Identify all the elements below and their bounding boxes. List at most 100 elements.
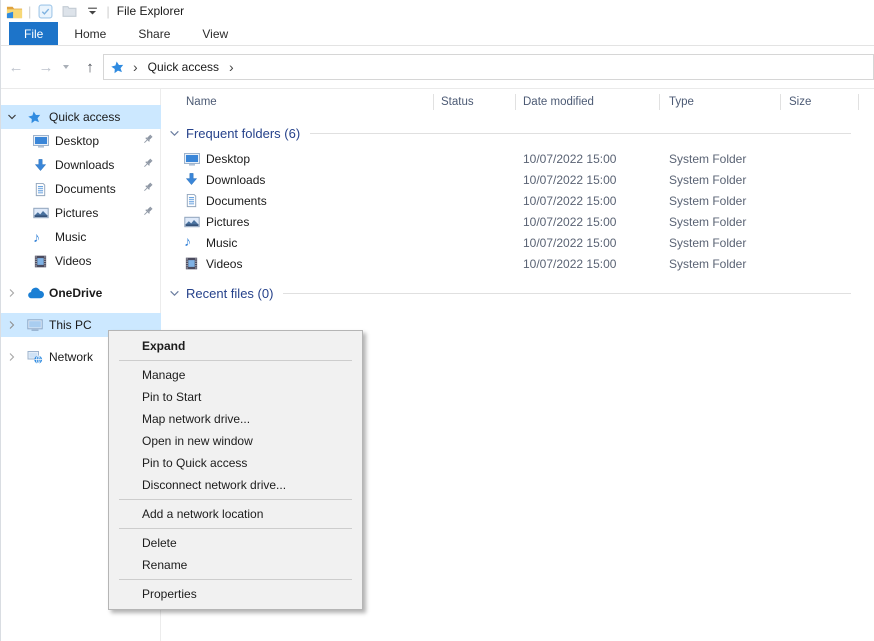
- customize-toolbar-dropdown-icon[interactable]: [83, 3, 101, 19]
- sidebar-item-music[interactable]: ♪ Music: [1, 225, 161, 249]
- column-divider: [659, 94, 660, 110]
- sidebar-item-quick-access[interactable]: Quick access: [1, 105, 161, 129]
- file-row-documents[interactable]: Documents 10/07/2022 15:00 System Folder: [161, 191, 874, 212]
- column-header-name[interactable]: Name: [186, 89, 217, 115]
- column-divider: [515, 94, 516, 110]
- forward-button[interactable]: →: [31, 60, 61, 75]
- column-header-status[interactable]: Status: [441, 89, 474, 115]
- file-date-modified: 10/07/2022 15:00: [523, 257, 616, 271]
- column-divider: [858, 94, 859, 110]
- music-note-icon: ♪: [184, 233, 191, 249]
- menu-item-map-network-drive[interactable]: Map network drive...: [109, 408, 362, 430]
- file-name: Pictures: [206, 215, 249, 229]
- sidebar-item-label: This PC: [49, 318, 92, 332]
- breadcrumb-chevron-icon[interactable]: ›: [129, 59, 142, 75]
- chevron-down-icon: [169, 128, 180, 139]
- chevron-down-icon[interactable]: [7, 112, 27, 122]
- file-row-music[interactable]: ♪ Music 10/07/2022 15:00 System Folder: [161, 233, 874, 254]
- file-row-pictures[interactable]: Pictures 10/07/2022 15:00 System Folder: [161, 212, 874, 233]
- back-button[interactable]: ←: [1, 60, 31, 75]
- menu-separator: [119, 579, 352, 580]
- address-box[interactable]: › Quick access ›: [103, 54, 874, 80]
- quick-access-star-icon: [27, 110, 49, 125]
- chevron-right-icon[interactable]: [7, 288, 27, 298]
- group-divider-line: [283, 293, 851, 294]
- menu-item-rename[interactable]: Rename: [109, 554, 362, 576]
- pictures-icon: [33, 205, 55, 221]
- toolbar-separator: |: [28, 4, 31, 19]
- tab-file[interactable]: File: [9, 22, 58, 45]
- file-name: Videos: [206, 257, 242, 271]
- group-header-frequent-folders[interactable]: Frequent folders (6): [161, 122, 861, 144]
- menu-item-delete[interactable]: Delete: [109, 532, 362, 554]
- file-type: System Folder: [669, 236, 746, 250]
- menu-item-manage[interactable]: Manage: [109, 364, 362, 386]
- file-type: System Folder: [669, 257, 746, 271]
- tab-home[interactable]: Home: [58, 22, 122, 45]
- menu-separator: [119, 528, 352, 529]
- documents-icon: [33, 182, 55, 197]
- file-date-modified: 10/07/2022 15:00: [523, 152, 616, 166]
- new-folder-icon[interactable]: [60, 3, 78, 19]
- group-header-label: Recent files (0): [186, 286, 273, 301]
- group-divider-line: [310, 133, 851, 134]
- file-row-videos[interactable]: Videos 10/07/2022 15:00 System Folder: [161, 254, 874, 275]
- pin-icon: [141, 157, 155, 171]
- breadcrumb-chevron-icon[interactable]: ›: [225, 59, 238, 75]
- tab-view[interactable]: View: [186, 22, 244, 45]
- menu-item-expand[interactable]: Expand: [109, 335, 362, 357]
- title-bar: | | File Explorer: [1, 0, 874, 22]
- downloads-icon: [33, 158, 55, 173]
- sidebar-item-label: Documents: [55, 182, 116, 196]
- file-date-modified: 10/07/2022 15:00: [523, 194, 616, 208]
- menu-item-pin-to-quick-access[interactable]: Pin to Quick access: [109, 452, 362, 474]
- sidebar-item-downloads[interactable]: Downloads: [1, 153, 161, 177]
- ribbon-tab-bar: File Home Share View: [1, 22, 874, 46]
- sidebar-item-pictures[interactable]: Pictures: [1, 201, 161, 225]
- desktop-icon: [33, 133, 55, 149]
- sidebar-item-documents[interactable]: Documents: [1, 177, 161, 201]
- file-date-modified: 10/07/2022 15:00: [523, 173, 616, 187]
- chevron-right-icon[interactable]: [7, 352, 27, 362]
- file-row-desktop[interactable]: Desktop 10/07/2022 15:00 System Folder: [161, 149, 874, 170]
- sidebar-item-label: Quick access: [49, 110, 120, 124]
- menu-item-add-a-network-location[interactable]: Add a network location: [109, 503, 362, 525]
- file-type: System Folder: [669, 152, 746, 166]
- recent-locations-dropdown-icon[interactable]: [63, 65, 69, 69]
- quick-access-star-icon: [110, 60, 125, 75]
- properties-check-icon[interactable]: [36, 3, 54, 19]
- menu-item-open-in-new-window[interactable]: Open in new window: [109, 430, 362, 452]
- file-type: System Folder: [669, 194, 746, 208]
- sidebar-item-onedrive[interactable]: OneDrive: [1, 281, 161, 305]
- network-icon: [27, 349, 49, 365]
- breadcrumb-segment[interactable]: Quick access: [146, 60, 221, 74]
- desktop-icon: [184, 151, 200, 167]
- column-header-row: Name Status Date modified Type Size: [161, 89, 874, 115]
- menu-item-properties[interactable]: Properties: [109, 583, 362, 605]
- file-date-modified: 10/07/2022 15:00: [523, 215, 616, 229]
- sidebar-item-desktop[interactable]: Desktop: [1, 129, 161, 153]
- file-row-downloads[interactable]: Downloads 10/07/2022 15:00 System Folder: [161, 170, 874, 191]
- file-name: Documents: [206, 194, 267, 208]
- file-explorer-logo-icon: [5, 3, 23, 19]
- menu-item-pin-to-start[interactable]: Pin to Start: [109, 386, 362, 408]
- tab-share[interactable]: Share: [122, 22, 186, 45]
- column-header-type[interactable]: Type: [669, 89, 694, 115]
- menu-separator: [119, 360, 352, 361]
- sidebar-item-label: Desktop: [55, 134, 99, 148]
- group-header-recent-files[interactable]: Recent files (0): [161, 282, 861, 304]
- menu-item-disconnect-network-drive[interactable]: Disconnect network drive...: [109, 474, 362, 496]
- file-explorer-window: | | File Explorer File Home Share View: [0, 0, 874, 641]
- chevron-right-icon[interactable]: [7, 320, 27, 330]
- column-divider: [433, 94, 434, 110]
- column-header-size[interactable]: Size: [789, 89, 811, 115]
- sidebar-item-label: Network: [49, 350, 93, 364]
- column-header-date-modified[interactable]: Date modified: [523, 89, 594, 115]
- documents-icon: [184, 193, 199, 208]
- sidebar-item-videos[interactable]: Videos: [1, 249, 161, 273]
- file-name: Downloads: [206, 173, 265, 187]
- up-button[interactable]: ↑: [77, 60, 103, 75]
- pin-icon: [141, 181, 155, 195]
- chevron-down-icon: [169, 288, 180, 299]
- context-menu: Expand Manage Pin to Start Map network d…: [108, 330, 363, 610]
